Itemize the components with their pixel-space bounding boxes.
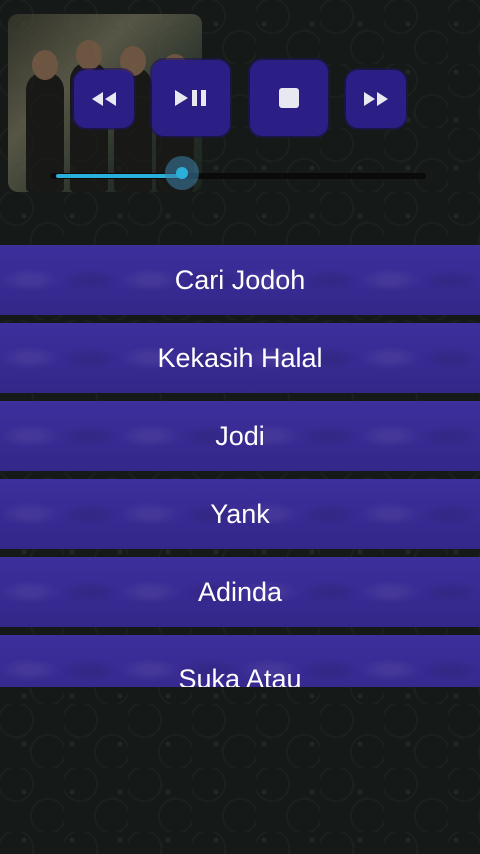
stop-icon [279,88,299,108]
song-title: Suka Atau [178,663,302,688]
play-pause-icon [175,90,206,106]
song-title: Yank [210,498,270,529]
song-item[interactable]: Yank [0,479,480,549]
rewind-icon [92,92,116,106]
song-item[interactable]: Kekasih Halal [0,323,480,393]
song-item[interactable]: Suka Atau [0,635,480,687]
seek-thumb[interactable] [165,156,199,190]
song-title: Kekasih Halal [157,342,323,373]
song-title: Adinda [197,576,283,607]
song-item[interactable]: Cari Jodoh [0,245,480,315]
song-item[interactable]: Jodi [0,401,480,471]
rewind-button[interactable] [74,70,134,128]
seek-progress [56,174,182,178]
player-header [0,0,480,244]
song-title: Cari Jodoh [174,264,306,295]
song-item[interactable]: Adinda [0,557,480,627]
song-list: Cari Jodoh Kekasih Halal Jodi Yank Adind… [0,245,480,687]
fast-forward-icon [364,92,388,106]
fast-forward-button[interactable] [346,70,406,128]
stop-button[interactable] [250,60,328,136]
play-pause-button[interactable] [152,60,230,136]
seek-bar[interactable] [50,156,426,190]
song-title: Jodi [215,420,265,451]
